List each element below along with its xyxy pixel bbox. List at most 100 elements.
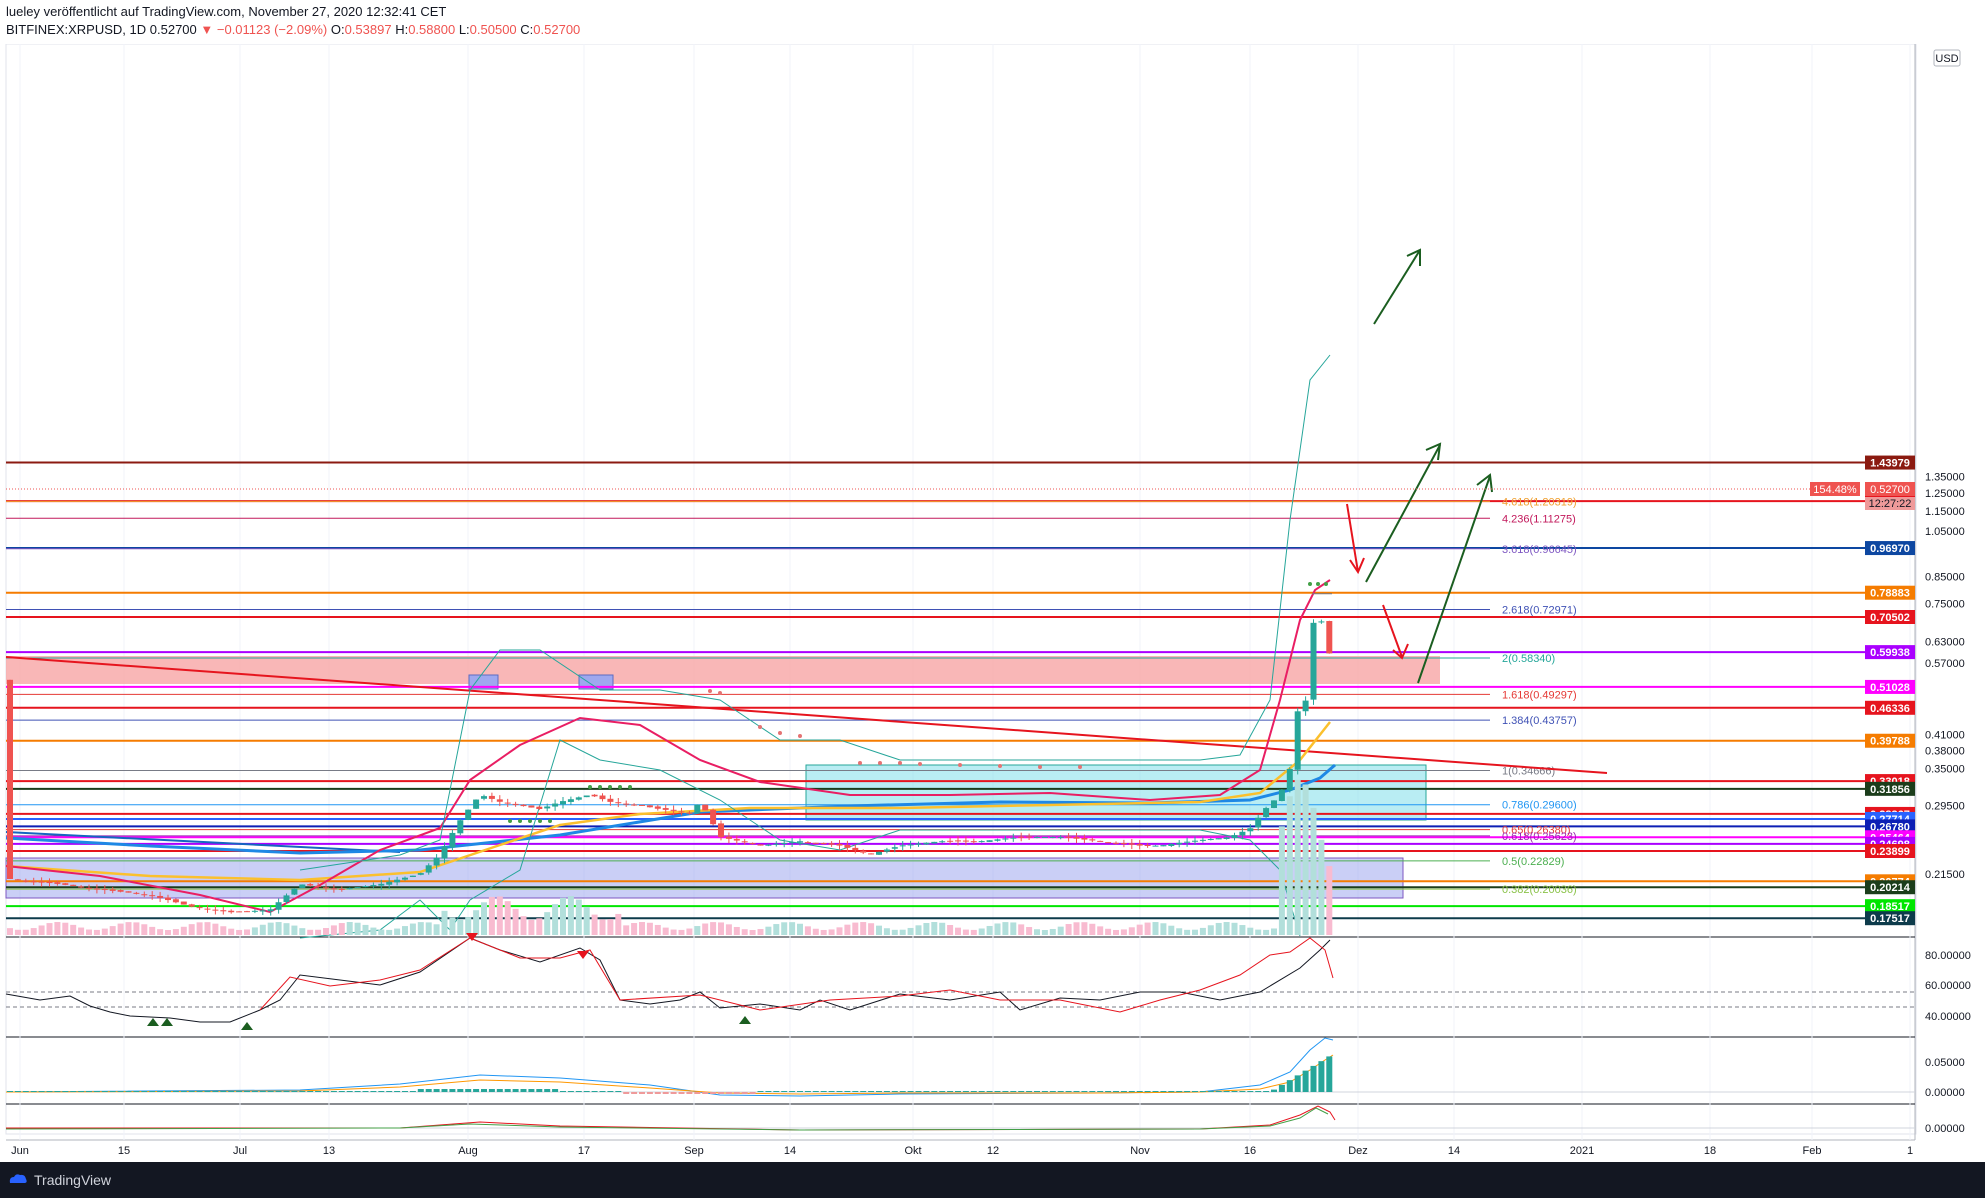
- volume-bar: [710, 922, 717, 935]
- candle-body: [860, 850, 867, 853]
- volume-bar: [804, 926, 811, 935]
- candle-body: [488, 795, 495, 799]
- candle-body: [1097, 840, 1104, 842]
- macd-hist-bar: [307, 1091, 314, 1092]
- candle-body: [575, 797, 582, 800]
- volume-bar: [1318, 839, 1325, 935]
- volume-bar: [441, 910, 448, 935]
- candle-body: [481, 796, 487, 799]
- macd-hist-bar: [623, 1092, 630, 1094]
- macd-hist-bar: [267, 1091, 274, 1092]
- candle-body: [22, 880, 29, 882]
- candle-body: [133, 892, 140, 894]
- volume-bar: [1144, 922, 1151, 935]
- publish-info: lueley veröffentlicht auf TradingView.co…: [6, 4, 447, 19]
- candle-body: [425, 865, 432, 873]
- macd-hist-bar: [915, 1091, 922, 1092]
- volume-bar: [54, 922, 61, 935]
- volume-bar: [1041, 929, 1048, 935]
- volume-bar: [386, 929, 393, 935]
- time-tick: Feb: [1803, 1145, 1822, 1157]
- macd-hist-bar: [828, 1091, 835, 1092]
- volume-bar: [623, 925, 630, 935]
- resistance-zone: [6, 656, 1440, 684]
- candle-body: [1223, 837, 1230, 839]
- candle-body: [409, 875, 416, 878]
- macd-hist-bar: [970, 1091, 977, 1092]
- time-tick: 2021: [1570, 1145, 1594, 1157]
- rsi-peak-marker: [577, 951, 589, 959]
- candle-body: [38, 881, 45, 883]
- candle-body: [1128, 843, 1135, 845]
- candle-body: [654, 806, 661, 809]
- macd-hist-bar: [757, 1091, 764, 1092]
- candle-body: [1199, 839, 1206, 841]
- volume-bar: [101, 928, 108, 935]
- candle-body: [46, 881, 53, 884]
- volume-bar: [607, 919, 614, 935]
- macd-hist-bar: [117, 1091, 124, 1092]
- candle-body: [686, 812, 693, 814]
- candle-body: [188, 904, 195, 907]
- volume-bar: [1160, 923, 1167, 935]
- candle-body: [607, 798, 614, 802]
- macd-hist-bar: [639, 1092, 645, 1094]
- volume-bar: [1049, 928, 1056, 935]
- macd-hist-bar: [362, 1091, 369, 1092]
- macd-hist-bar: [544, 1089, 551, 1092]
- candle-body: [465, 809, 472, 820]
- candle-body: [473, 799, 480, 809]
- macd-hist-bar: [441, 1089, 448, 1092]
- time-tick: Dez: [1348, 1145, 1368, 1157]
- macd-line: [5, 1037, 1334, 1097]
- macd-hist-bar: [283, 1091, 290, 1092]
- volume-bar: [157, 929, 164, 935]
- macd-tick: 0.05000: [1925, 1057, 1965, 1069]
- candle-body: [1018, 836, 1025, 838]
- macd-hist-bar: [536, 1089, 543, 1092]
- volume-bar: [323, 928, 329, 935]
- macd-hist-bar: [891, 1091, 898, 1092]
- time-axis[interactable]: Jun 15 Jul 13 Aug 17 Sep 14 Okt 12 Nov 16 Dez 14 2021 1…: [11, 1145, 1913, 1157]
- candle-body: [1176, 842, 1183, 845]
- volume-bar: [1081, 922, 1088, 935]
- candle-body: [172, 899, 179, 903]
- currency-button-text: USD: [1935, 53, 1958, 65]
- volume-bar: [591, 914, 598, 935]
- volume-bar: [315, 929, 322, 935]
- volume-bar: [307, 929, 314, 935]
- volume-bar: [481, 902, 487, 935]
- candle-body: [1120, 843, 1127, 845]
- countdown-text: 12:27:22: [1869, 498, 1912, 510]
- open-value: 0.53897: [344, 22, 392, 37]
- volume-bar: [718, 922, 724, 935]
- volume-bar: [820, 929, 827, 935]
- fib-label: 2(0.58340): [1502, 653, 1555, 665]
- candle-body: [876, 851, 882, 855]
- candle-body: [544, 806, 551, 809]
- macd-hist-bar: [1120, 1091, 1127, 1092]
- up-arrow-3: [1373, 249, 1421, 325]
- volume-bar: [1034, 929, 1040, 935]
- candle-body: [251, 910, 258, 912]
- candle-body: [986, 840, 993, 842]
- candle-body: [62, 883, 69, 885]
- candle-body: [994, 839, 1001, 841]
- macd-hist-bar: [804, 1091, 811, 1092]
- volume-bar: [560, 897, 566, 935]
- volume-bar: [125, 922, 132, 935]
- price-chart[interactable]: 1.439791.204710.969700.788830.705020.599…: [0, 44, 1985, 1162]
- volume-bar: [1128, 927, 1135, 935]
- macd-hist-bar: [251, 1091, 258, 1092]
- volume-bar: [512, 908, 519, 935]
- price-tick: 0.35000: [1925, 763, 1965, 775]
- candle-body: [1160, 845, 1167, 847]
- price-axis[interactable]: 1.35000 1.25000 1.15000 1.05000 0.85000 0.750…: [1925, 471, 1971, 1135]
- candle-body: [725, 836, 732, 839]
- volume-bar: [93, 929, 100, 935]
- level-price-text: 0.20214: [1870, 882, 1911, 894]
- candle-body: [1318, 621, 1325, 623]
- volume-bar: [1263, 929, 1270, 935]
- candle-body: [820, 843, 827, 845]
- symbol-name[interactable]: BITFINEX:XRPUSD, 1D: [6, 22, 146, 37]
